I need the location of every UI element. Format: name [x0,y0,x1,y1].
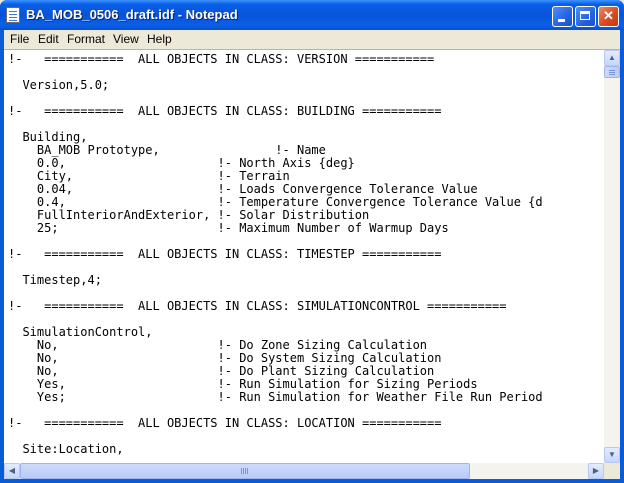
horizontal-scrollbar[interactable]: ◀ ▶ [4,463,604,479]
menu-edit[interactable]: Edit [35,32,62,47]
vertical-scrollbar[interactable]: ▲ ▼ [604,50,620,463]
menu-view[interactable]: View [110,32,142,47]
vertical-scroll-thumb[interactable] [604,66,620,78]
maximize-icon [580,11,590,20]
text-line[interactable]: Version,5.0; [8,79,109,92]
arrow-up-icon: ▲ [608,53,616,62]
close-button[interactable]: ✕ [598,6,619,27]
close-icon: ✕ [603,8,614,23]
minimize-button[interactable] [552,6,573,27]
text-line[interactable]: Timestep,4; [8,274,101,287]
text-line[interactable]: !- =========== ALL OBJECTS IN CLASS: TIM… [8,248,441,261]
arrow-down-icon: ▼ [608,450,616,459]
scrollbar-corner [604,463,620,479]
grip-icon [241,468,242,474]
scroll-right-button[interactable]: ▶ [588,463,604,479]
arrow-left-icon: ◀ [8,466,16,475]
maximize-button[interactable] [575,6,596,27]
menu-file[interactable]: File [7,32,32,47]
grip-icon [609,70,615,71]
scroll-up-button[interactable]: ▲ [604,50,620,66]
arrow-right-icon: ▶ [592,466,600,475]
text-line[interactable]: Yes; !- Run Simulation for Weather File … [8,391,543,404]
menu-help[interactable]: Help [144,32,175,47]
notepad-window: BA_MOB_0506_draft.idf - Notepad ✕ File E… [0,0,624,483]
scroll-left-button[interactable]: ◀ [4,463,20,479]
text-line[interactable]: Site:Location, [8,443,123,456]
minimize-icon [558,19,565,22]
window-title: BA_MOB_0506_draft.idf - Notepad [26,7,238,22]
menu-format[interactable]: Format [64,32,108,47]
text-line[interactable]: !- =========== ALL OBJECTS IN CLASS: BUI… [8,105,441,118]
text-editor[interactable]: !- =========== ALL OBJECTS IN CLASS: VER… [4,49,620,479]
text-line[interactable]: 25; !- Maximum Number of Warmup Days [8,222,449,235]
text-line[interactable]: !- =========== ALL OBJECTS IN CLASS: LOC… [8,417,441,430]
scroll-down-button[interactable]: ▼ [604,447,620,463]
document-text[interactable]: !- =========== ALL OBJECTS IN CLASS: VER… [8,50,604,461]
text-line[interactable]: !- =========== ALL OBJECTS IN CLASS: SIM… [8,300,507,313]
text-line[interactable]: !- =========== ALL OBJECTS IN CLASS: VER… [8,53,434,66]
menu-bar: File Edit Format View Help [4,30,620,49]
horizontal-scroll-thumb[interactable] [20,463,470,479]
title-bar[interactable]: BA_MOB_0506_draft.idf - Notepad ✕ [0,0,624,30]
notepad-icon[interactable] [6,7,20,23]
